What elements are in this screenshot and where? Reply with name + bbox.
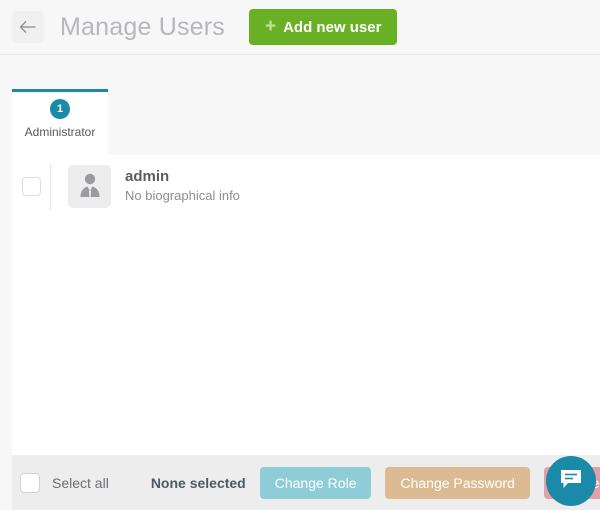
select-all-label: Select all [52, 475, 109, 491]
back-arrow-icon [19, 20, 37, 34]
row-checkbox-cell [12, 177, 50, 196]
change-role-button[interactable]: Change Role [260, 467, 372, 499]
add-new-user-button[interactable]: + Add new user [249, 9, 397, 45]
add-new-user-label: Add new user [283, 19, 381, 36]
select-all-checkbox[interactable] [20, 473, 40, 493]
plus-icon: + [265, 17, 276, 36]
page-title: Manage Users [60, 13, 225, 42]
row-divider [50, 164, 51, 210]
back-button[interactable] [12, 11, 44, 43]
bulk-action-bar: Select all None selected Change Role Cha… [12, 455, 600, 510]
tab-label: Administrator [25, 125, 96, 139]
change-password-button[interactable]: Change Password [385, 467, 529, 499]
user-list: admin No biographical info [12, 155, 600, 455]
user-bio: No biographical info [125, 188, 240, 205]
role-tab-strip: 1 Administrator [0, 56, 600, 155]
row-checkbox[interactable] [22, 177, 41, 196]
selection-status: None selected [151, 475, 246, 491]
chat-widget-button[interactable] [546, 456, 596, 506]
user-info: admin No biographical info [125, 168, 240, 206]
tab-administrator[interactable]: 1 Administrator [12, 89, 108, 155]
manage-users-page: Manage Users + Add new user 1 Administra… [0, 0, 600, 510]
chat-bubble-icon [559, 468, 583, 495]
page-header: Manage Users + Add new user [0, 0, 600, 55]
table-row[interactable]: admin No biographical info [12, 155, 600, 218]
tab-count-badge: 1 [50, 99, 70, 119]
user-name: admin [125, 168, 240, 187]
user-avatar-icon [77, 171, 103, 203]
avatar [68, 165, 111, 208]
